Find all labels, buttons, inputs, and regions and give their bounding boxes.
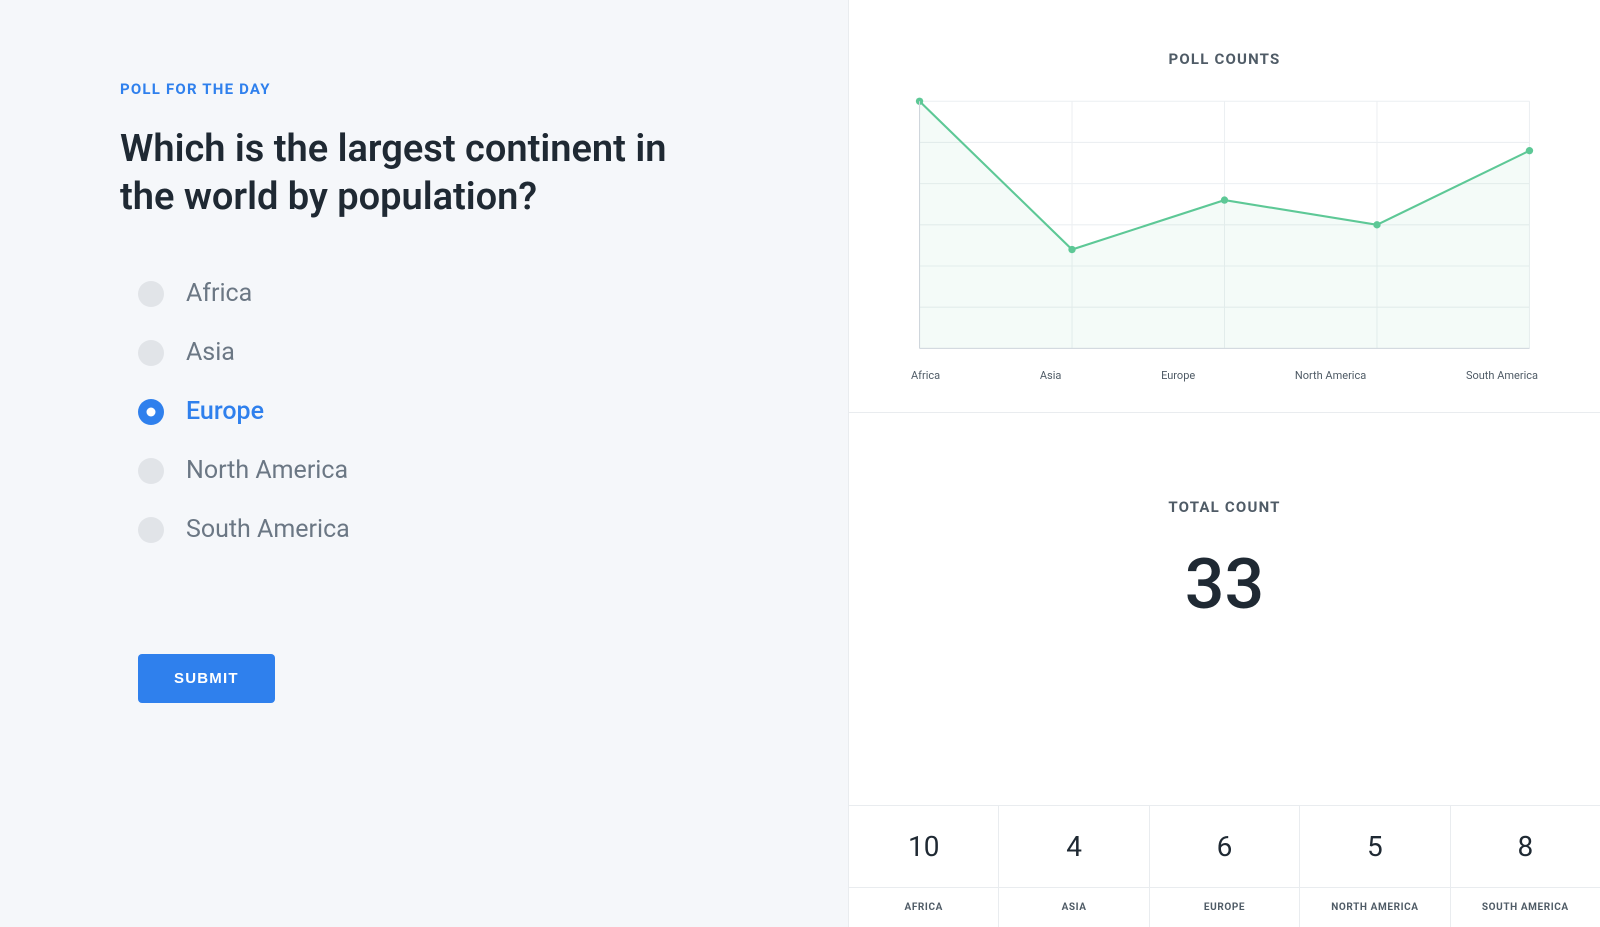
breakdown-label: AFRICA <box>849 888 999 927</box>
breakdown-value: 5 <box>1300 806 1450 887</box>
option-label: Asia <box>186 338 235 367</box>
poll-counts-chart <box>909 96 1540 359</box>
chart-x-labels: Africa Asia Europe North America South A… <box>909 369 1540 382</box>
option-label: South America <box>186 515 350 544</box>
poll-kicker: POLL FOR THE DAY <box>120 80 728 98</box>
breakdown-values-row: 10 4 6 5 8 <box>849 805 1600 887</box>
radio-icon <box>138 458 164 484</box>
poll-counts-chart-card: POLL COUNTS Africa Asia Europe North Ame… <box>849 0 1600 413</box>
breakdown-label: ASIA <box>999 888 1149 927</box>
breakdown-label: EUROPE <box>1150 888 1300 927</box>
breakdown-value: 10 <box>849 806 999 887</box>
chart-x-label: Africa <box>911 369 940 382</box>
poll-option-asia[interactable]: Asia <box>138 338 728 367</box>
poll-options: Africa Asia Europe North America South A… <box>120 279 728 544</box>
radio-icon <box>138 399 164 425</box>
poll-question: Which is the largest continent in the wo… <box>120 126 680 221</box>
total-title: TOTAL COUNT <box>849 498 1600 516</box>
option-label: Africa <box>186 279 252 308</box>
breakdown-value: 6 <box>1150 806 1300 887</box>
breakdown-label: SOUTH AMERICA <box>1451 888 1600 927</box>
breakdown-table: 10 4 6 5 8 AFRICA ASIA EUROPE NORTH AMER… <box>849 805 1600 927</box>
total-count-value: 33 <box>849 544 1600 626</box>
breakdown-value: 8 <box>1451 806 1600 887</box>
chart-x-label: Europe <box>1161 369 1195 382</box>
breakdown-label: NORTH AMERICA <box>1300 888 1450 927</box>
option-label: Europe <box>186 397 264 426</box>
radio-icon <box>138 281 164 307</box>
chart-title: POLL COUNTS <box>909 50 1540 68</box>
breakdown-value: 4 <box>999 806 1149 887</box>
poll-option-europe[interactable]: Europe <box>138 397 728 426</box>
poll-option-north-america[interactable]: North America <box>138 456 728 485</box>
poll-panel: POLL FOR THE DAY Which is the largest co… <box>0 0 848 927</box>
total-count-card: TOTAL COUNT 33 10 4 6 5 8 AFRICA ASIA EU… <box>849 413 1600 927</box>
results-panel: POLL COUNTS Africa Asia Europe North Ame… <box>848 0 1600 927</box>
poll-option-south-america[interactable]: South America <box>138 515 728 544</box>
chart-x-label: South America <box>1466 369 1538 382</box>
option-label: North America <box>186 456 348 485</box>
poll-option-africa[interactable]: Africa <box>138 279 728 308</box>
radio-icon <box>138 340 164 366</box>
chart-x-label: North America <box>1295 369 1366 382</box>
radio-icon <box>138 517 164 543</box>
chart-x-label: Asia <box>1040 369 1062 382</box>
submit-button[interactable]: SUBMIT <box>138 654 275 703</box>
breakdown-labels-row: AFRICA ASIA EUROPE NORTH AMERICA SOUTH A… <box>849 887 1600 927</box>
